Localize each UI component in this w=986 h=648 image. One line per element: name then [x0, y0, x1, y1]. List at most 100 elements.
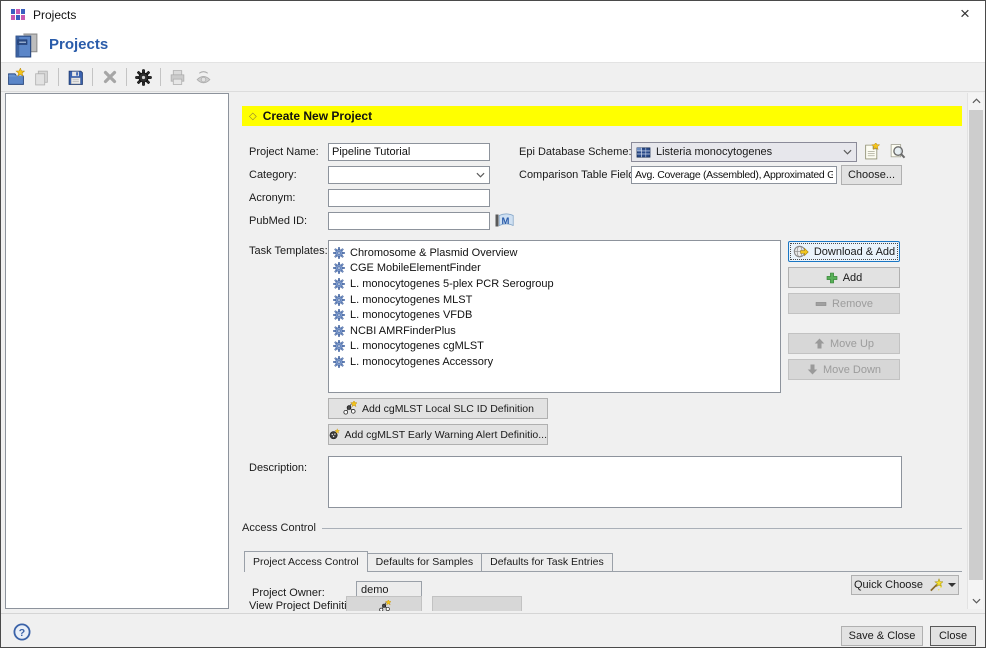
projects-book-icon: [13, 32, 40, 59]
view-project-definition-combobox[interactable]: [346, 596, 422, 611]
task-template-gear-icon: [333, 247, 345, 259]
list-item[interactable]: CGE MobileElementFinder: [333, 261, 778, 277]
toolbar-separator: [160, 68, 161, 86]
project-name-input[interactable]: [328, 143, 490, 161]
acronym-label: Acronym:: [249, 192, 295, 204]
tab-defaults-for-task-entries[interactable]: Defaults for Task Entries: [481, 553, 613, 571]
task-template-gear-icon: [333, 340, 345, 352]
app-icon: [11, 9, 26, 22]
category-label: Category:: [249, 169, 297, 181]
chevron-down-icon: [843, 149, 852, 155]
quick-choose-button[interactable]: Quick Choose: [851, 575, 959, 595]
pubmed-icon[interactable]: [495, 213, 514, 228]
move-up-icon: [814, 338, 825, 349]
task-templates-label: Task Templates:: [249, 245, 328, 257]
save-and-close-button[interactable]: Save & Close: [841, 626, 923, 646]
add-slc-definition-button[interactable]: Add cgMLST Local SLC ID Definition: [328, 398, 548, 419]
help-icon[interactable]: [13, 623, 31, 641]
task-templates-list[interactable]: Chromosome & Plasmid Overview CGE Mobile…: [328, 240, 781, 393]
list-item[interactable]: Chromosome & Plasmid Overview: [333, 245, 778, 261]
move-up-button: Move Up: [788, 333, 900, 354]
tab-project-access-control[interactable]: Project Access Control: [244, 551, 368, 572]
download-add-button[interactable]: Download & Add: [788, 241, 900, 262]
batch-tools-icon[interactable]: [134, 68, 153, 87]
task-template-gear-icon: [333, 325, 345, 337]
new-scheme-icon[interactable]: [863, 143, 880, 160]
section-banner: ◇ Create New Project: [242, 106, 962, 126]
projects-tree-panel[interactable]: [5, 93, 229, 609]
pubmed-id-input[interactable]: [328, 212, 490, 230]
preview-scheme-icon[interactable]: [889, 143, 906, 160]
toolbar: [1, 62, 985, 92]
epi-scheme-value: Listeria monocytogenes: [656, 146, 772, 158]
project-owner-label: Project Owner:: [252, 587, 325, 599]
task-template-gear-icon: [333, 278, 345, 290]
add-plus-icon: [826, 272, 838, 284]
acronym-input[interactable]: [328, 189, 490, 207]
add-alert-definition-button[interactable]: Add cgMLST Early Warning Alert Definitio…: [328, 424, 548, 445]
access-control-legend: Access Control: [242, 522, 316, 534]
remove-minus-icon: [815, 298, 827, 310]
dropdown-arrow-icon: [948, 583, 956, 587]
title-bar: Projects ×: [1, 1, 985, 29]
section-title: Create New Project: [263, 109, 372, 123]
wand-icon: [928, 578, 943, 593]
close-button[interactable]: Close: [930, 626, 976, 646]
delete-icon: [100, 68, 119, 87]
epi-scheme-combobox[interactable]: Listeria monocytogenes: [631, 142, 857, 162]
access-control-group: Access Control: [242, 522, 962, 534]
list-item[interactable]: L. monocytogenes VFDB: [333, 307, 778, 323]
toolbar-separator: [58, 68, 59, 86]
task-template-gear-icon: [333, 262, 345, 274]
group-divider: [322, 528, 962, 529]
collapse-diamond-icon[interactable]: ◇: [249, 111, 257, 122]
slc-cluster-icon: [342, 401, 357, 416]
scheme-table-icon: [636, 146, 651, 159]
description-textarea[interactable]: [328, 456, 902, 508]
save-icon[interactable]: [66, 68, 85, 87]
window-title: Projects: [33, 1, 76, 29]
page-header: Projects: [1, 29, 985, 62]
copy-icon: [32, 68, 51, 87]
view-project-definition-label: View Project Definition:: [249, 600, 362, 611]
create-project-form: ◇ Create New Project Project Name: Epi D…: [234, 92, 967, 611]
toolbar-separator: [92, 68, 93, 86]
print-icon: [168, 68, 187, 87]
list-item[interactable]: NCBI AMRFinderPlus: [333, 323, 778, 339]
close-icon[interactable]: ×: [949, 1, 981, 29]
list-item[interactable]: L. monocytogenes Accessory: [333, 354, 778, 370]
project-name-label: Project Name:: [249, 146, 319, 158]
comparison-fields-label: Comparison Table Fields:: [519, 169, 643, 181]
share-icon: [194, 68, 213, 87]
new-project-icon[interactable]: [6, 68, 25, 87]
partial-button[interactable]: [432, 596, 522, 611]
projects-window: Projects × Projects ◇ Create New Project…: [0, 0, 986, 648]
list-item[interactable]: L. monocytogenes MLST: [333, 292, 778, 308]
remove-button: Remove: [788, 293, 900, 314]
form-scrollbar[interactable]: [967, 93, 983, 609]
download-icon: [793, 244, 809, 259]
scroll-down-icon[interactable]: [968, 593, 984, 609]
add-button[interactable]: Add: [788, 267, 900, 288]
access-control-tabs: Project Access Control Defaults for Samp…: [244, 551, 613, 572]
chevron-down-icon: [476, 172, 485, 178]
task-template-gear-icon: [333, 356, 345, 368]
slc-cluster-icon: [378, 600, 391, 612]
epi-scheme-label: Epi Database Scheme:: [519, 146, 632, 158]
comparison-fields-input[interactable]: [631, 166, 837, 184]
toolbar-separator: [126, 68, 127, 86]
move-down-icon: [807, 364, 818, 375]
early-warning-alert-icon: [329, 427, 340, 442]
task-template-gear-icon: [333, 309, 345, 321]
task-template-gear-icon: [333, 294, 345, 306]
list-item[interactable]: L. monocytogenes cgMLST: [333, 339, 778, 355]
move-down-button: Move Down: [788, 359, 900, 380]
bottom-bar: Save & Close Close: [1, 613, 985, 648]
list-item[interactable]: L. monocytogenes 5-plex PCR Serogroup: [333, 276, 778, 292]
category-combobox[interactable]: [328, 166, 490, 184]
page-title: Projects: [49, 36, 108, 53]
scrollbar-thumb[interactable]: [969, 110, 983, 580]
scroll-up-icon[interactable]: [968, 93, 984, 109]
tab-defaults-for-samples[interactable]: Defaults for Samples: [367, 553, 482, 571]
choose-button[interactable]: Choose...: [841, 165, 902, 185]
